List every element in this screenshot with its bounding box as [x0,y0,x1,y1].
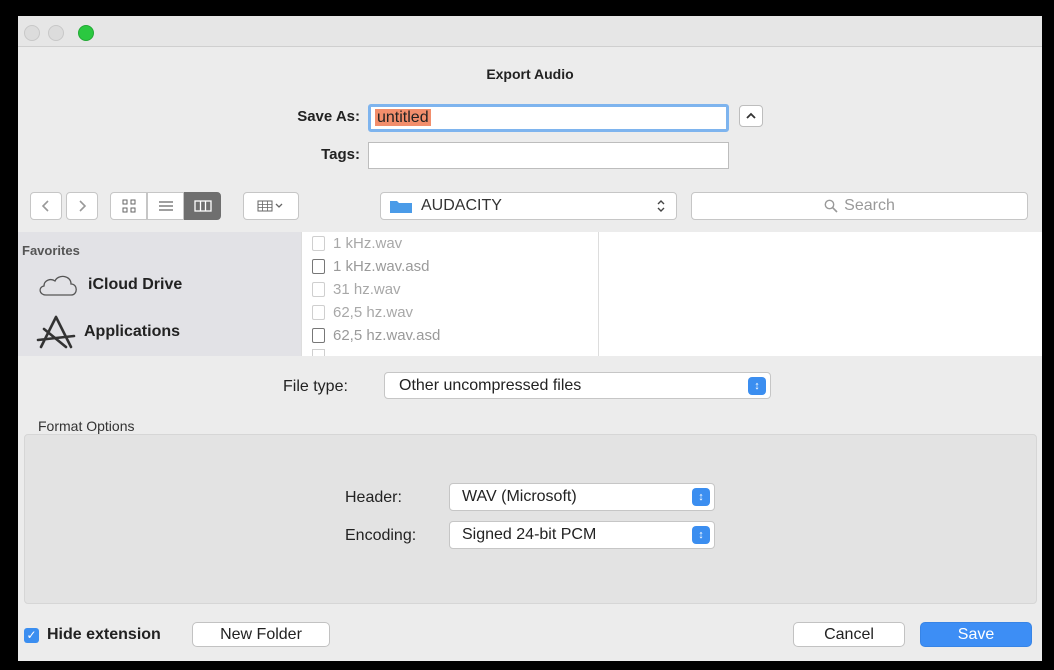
sidebar-section-favorites: Favorites [22,243,80,258]
cancel-button[interactable]: Cancel [793,622,905,647]
file-list-column: 1 kHz.wav 1 kHz.wav.asd 31 hz.wav 62,5 h… [301,232,599,356]
hide-extension-checkbox[interactable]: ✓ Hide extension [24,626,161,644]
new-folder-button[interactable]: New Folder [192,622,330,647]
header-label: Header: [345,489,402,506]
minimize-window-button[interactable] [48,25,64,41]
file-type-popup[interactable]: Other uncompressed files ↕ [384,372,771,399]
format-options-box: Header: WAV (Microsoft) ↕ Encoding: Sign… [24,434,1037,604]
list-view-button[interactable] [147,192,184,220]
document-file-icon [312,328,325,343]
zoom-window-button[interactable] [78,25,94,41]
file-name: 31 hz.wav [333,281,401,298]
encoding-label: Encoding: [345,527,417,544]
file-name: 62,5 hz.wav.asd [333,327,441,344]
up-down-chevron-icon [657,200,665,212]
search-icon [824,199,838,213]
dialog-title: Export Audio [486,66,574,82]
chevron-up-icon [746,112,756,119]
list-item[interactable]: 1 kHz.wav [312,235,402,252]
header-popup[interactable]: WAV (Microsoft) ↕ [449,483,715,511]
forward-button[interactable] [66,192,98,220]
title-bar [18,16,1042,47]
encoding-popup[interactable]: Signed 24-bit PCM ↕ [449,521,715,549]
chevron-left-icon [41,200,49,212]
sidebar-item-applications[interactable]: Applications [36,314,180,350]
header-value: WAV (Microsoft) [462,488,577,505]
document-file-icon [312,259,325,274]
expand-toggle-button[interactable] [739,105,763,127]
save-button[interactable]: Save [920,622,1032,647]
up-down-chevron-icon: ↕ [692,488,710,506]
sidebar-item-label: iCloud Drive [88,276,183,293]
sidebar-item-label: Applications [84,323,181,340]
up-down-chevron-icon: ↕ [692,526,710,544]
icon-view-button[interactable] [110,192,147,220]
location-label: AUDACITY [421,197,502,214]
back-button[interactable] [30,192,62,220]
checkmark-icon: ✓ [24,627,39,643]
view-mode-group [110,192,221,220]
location-popup[interactable]: AUDACITY [380,192,677,220]
tags-label: Tags: [321,146,360,163]
list-item[interactable]: 62,5 hz.wav [312,304,413,321]
format-options-title: Format Options [38,418,135,434]
file-name: 1 kHz.wav.asd [333,258,430,275]
encoding-value: Signed 24-bit PCM [462,526,597,543]
columns-icon [193,200,212,212]
search-placeholder: Search [844,197,895,214]
tags-input[interactable] [368,142,729,169]
list-item[interactable]: 31 hz.wav [312,281,401,298]
up-down-chevron-icon: ↕ [748,377,766,395]
sidebar-item-icloud-drive[interactable]: iCloud Drive [36,272,182,298]
arrange-button[interactable] [243,192,299,220]
export-audio-dialog: Export Audio Save As: untitled Tags: AUD… [18,16,1042,661]
file-type-value: Other uncompressed files [399,376,582,394]
file-browser: Favorites iCloud Drive Applications 1 kH… [18,232,1042,356]
save-as-value: untitled [375,109,431,126]
chevron-right-icon [79,200,87,212]
file-name: 1 kHz.wav [333,235,403,252]
save-as-input[interactable]: untitled [368,104,729,132]
list-item[interactable]: 1 kHz.wav.asd [312,258,429,275]
cloud-icon [39,275,77,296]
audio-file-icon [312,305,325,320]
close-window-button[interactable] [24,25,40,41]
file-type-label: File type: [283,378,348,395]
partial-list-item [312,349,462,356]
audio-file-icon [312,236,325,251]
hide-extension-label: Hide extension [47,626,161,643]
arrange-grid-icon [257,200,283,212]
sidebar: Favorites iCloud Drive Applications [18,232,301,356]
save-as-label: Save As: [297,108,360,125]
file-name: 62,5 hz.wav [333,304,414,321]
search-field[interactable]: Search [691,192,1028,220]
folder-icon [390,201,412,213]
column-view-button[interactable] [184,192,221,220]
list-item[interactable]: 62,5 hz.wav.asd [312,327,440,344]
list-icon [158,201,173,211]
grid-icon [122,199,135,213]
applications-icon [36,315,76,349]
audio-file-icon [312,282,325,297]
